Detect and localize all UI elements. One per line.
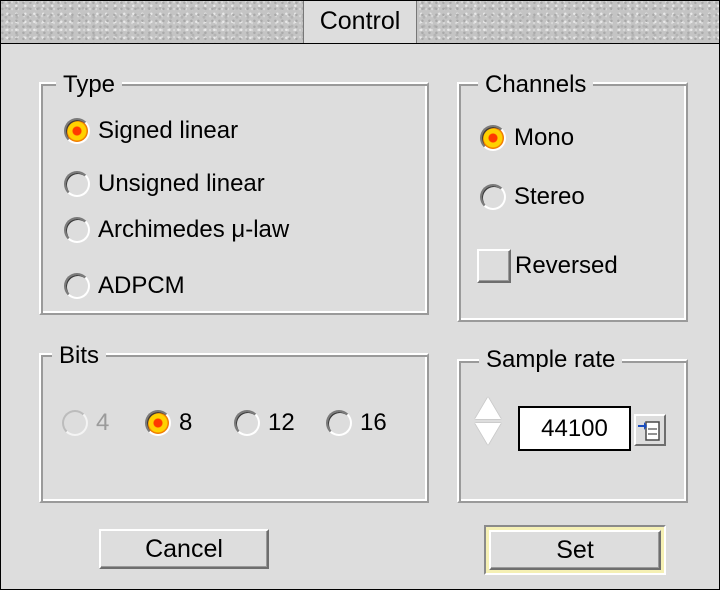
radio-unselected-icon [480, 184, 506, 210]
title-bar[interactable]: Control [1, 1, 719, 44]
radio-archimedes-mu-law[interactable]: Archimedes μ-law [64, 216, 289, 244]
window-title: Control [303, 1, 417, 43]
radio-bits-16[interactable]: 16 [326, 409, 387, 437]
radio-selected-icon [145, 410, 171, 436]
radio-bits-8[interactable]: 8 [145, 409, 192, 437]
radio-unselected-icon [326, 410, 352, 436]
radio-stereo[interactable]: Stereo [480, 183, 585, 211]
type-group-label: Type [56, 71, 123, 99]
set-button[interactable]: Set [489, 530, 661, 570]
popup-menu-icon[interactable] [634, 414, 666, 446]
control-window: Control Type Signed linear Unsigned line… [0, 0, 720, 590]
cancel-button[interactable]: Cancel [99, 529, 269, 569]
radio-selected-icon [64, 118, 90, 144]
radio-unselected-icon [234, 410, 260, 436]
channels-group-label: Channels [478, 71, 594, 99]
checkbox-icon [477, 249, 511, 283]
radio-unselected-icon [64, 273, 90, 299]
radio-bits-4[interactable]: 4 [62, 409, 109, 437]
reversed-label: Reversed [515, 252, 618, 279]
sample-rate-group-label: Sample rate [479, 346, 623, 374]
down-arrow-icon[interactable] [475, 423, 501, 445]
up-arrow-icon[interactable] [475, 397, 501, 419]
radio-unselected-icon [62, 410, 88, 436]
popup-menu-glyph [638, 421, 660, 441]
radio-selected-icon [480, 125, 506, 151]
radio-unselected-icon [64, 171, 90, 197]
radio-bits-12[interactable]: 12 [234, 409, 295, 437]
radio-adpcm[interactable]: ADPCM [64, 272, 185, 300]
sample-rate-input[interactable]: 44100 [518, 406, 631, 451]
radio-signed-linear[interactable]: Signed linear [64, 117, 238, 145]
radio-mono[interactable]: Mono [480, 124, 574, 152]
radio-unselected-icon [64, 217, 90, 243]
radio-unsigned-linear[interactable]: Unsigned linear [64, 170, 265, 198]
bits-group-label: Bits [52, 342, 107, 370]
reversed-checkbox[interactable]: Reversed [477, 249, 618, 283]
